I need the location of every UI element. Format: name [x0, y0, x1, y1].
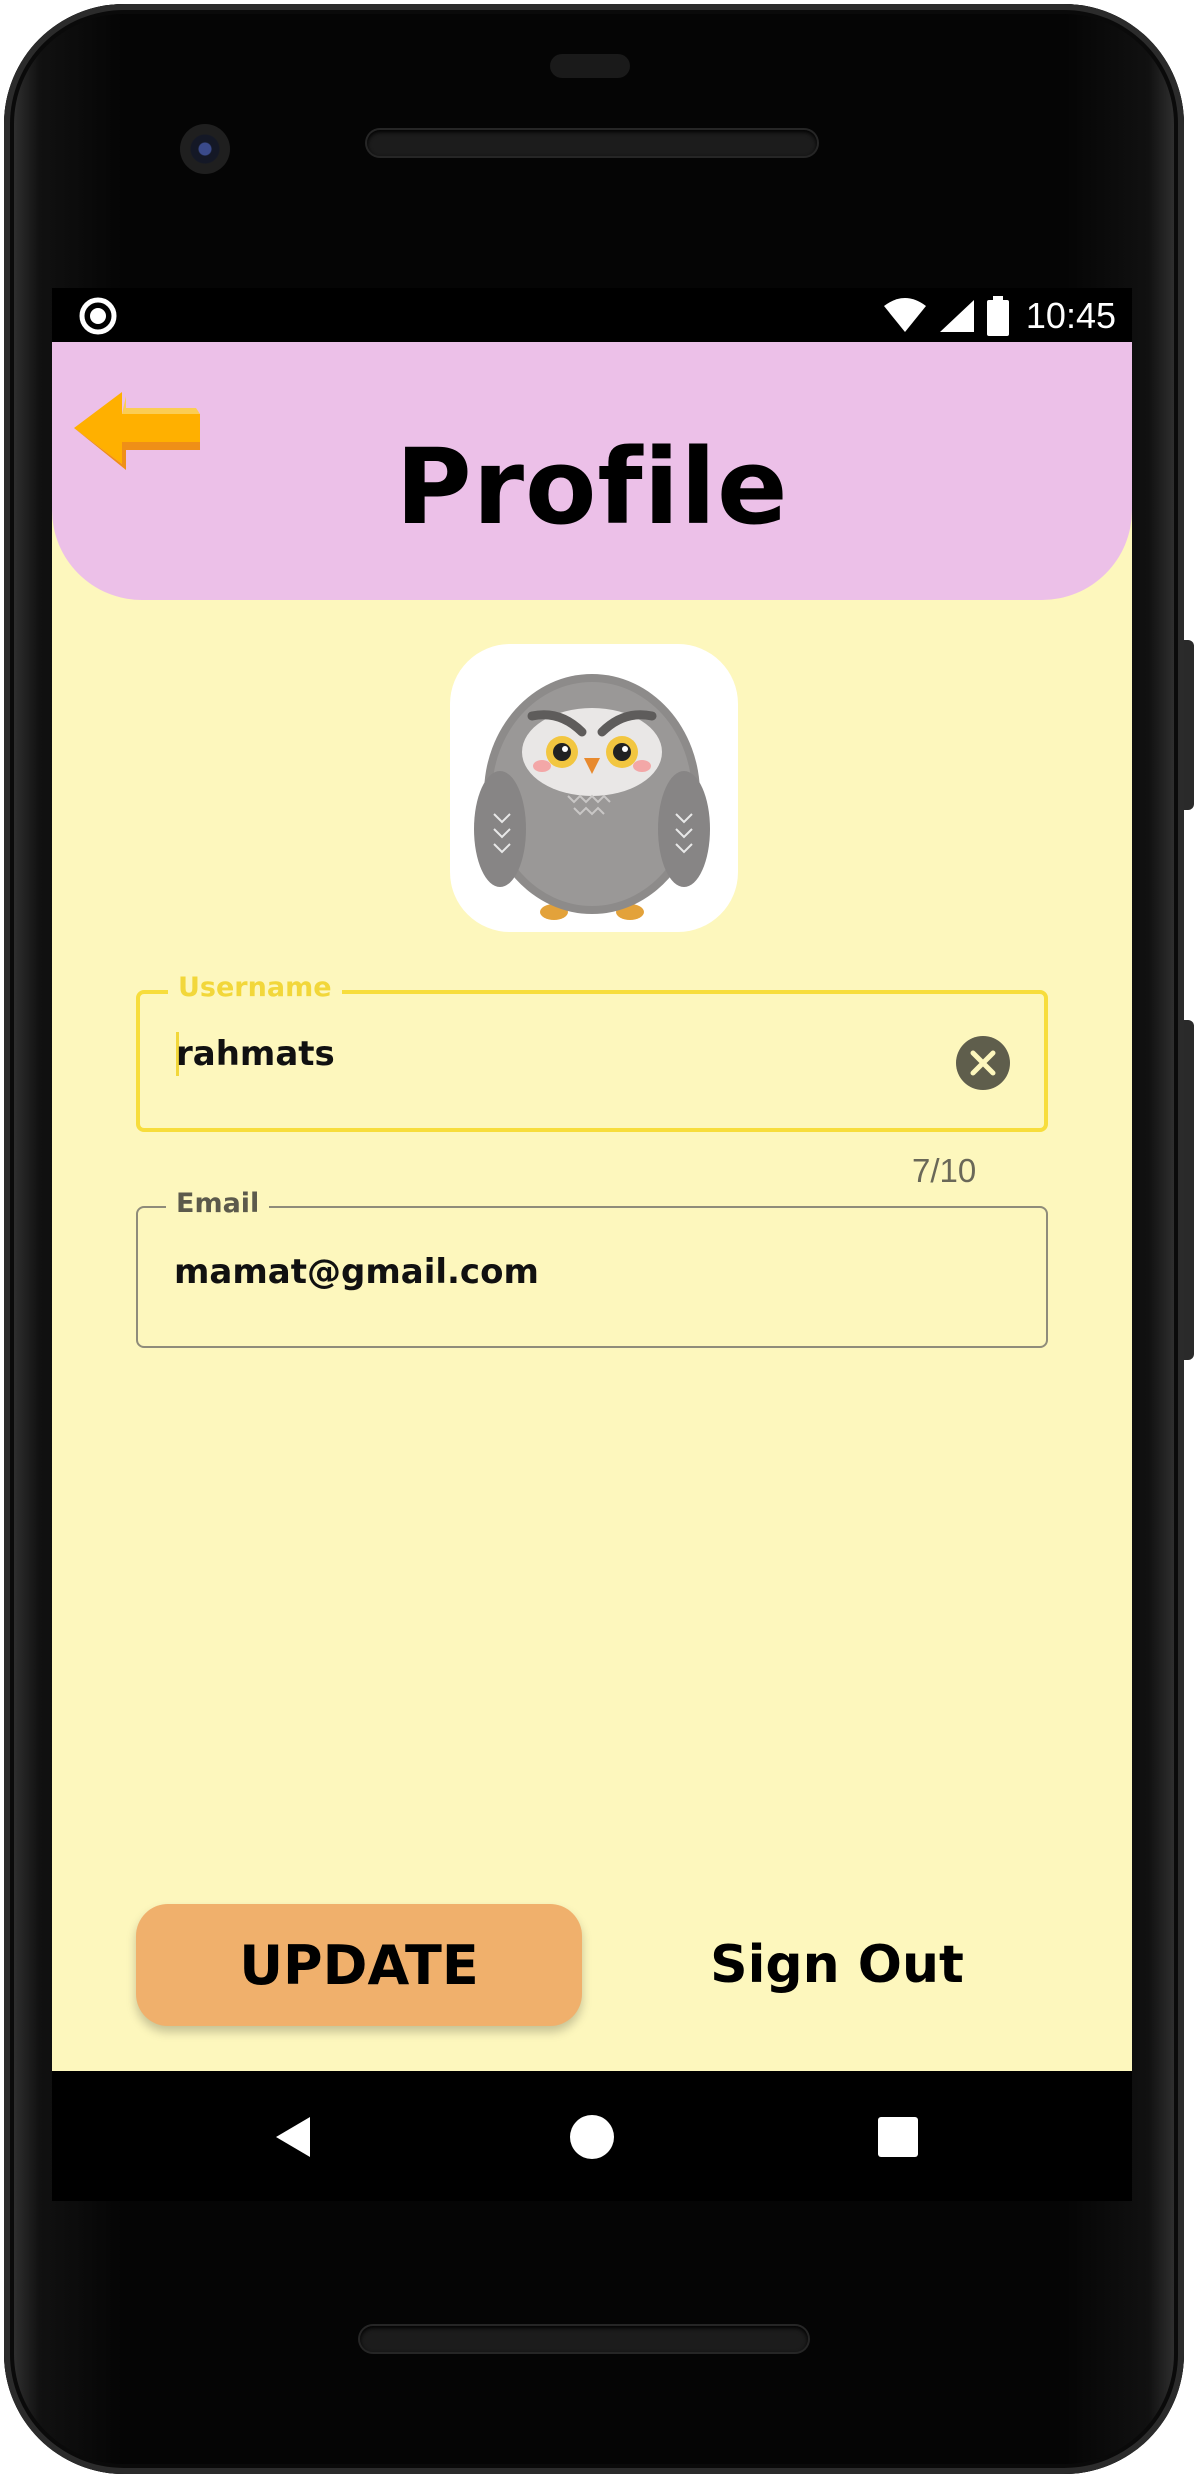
owl-avatar[interactable] — [450, 644, 738, 932]
top-speaker — [367, 130, 817, 156]
nav-back-icon[interactable] — [268, 2111, 320, 2163]
update-button[interactable]: UPDATE — [136, 1904, 582, 2026]
email-label: Email — [166, 1188, 270, 1219]
screen: 10:45 Profile Username rahmats 7/10 Emai… — [52, 288, 1132, 2071]
username-label: Username — [168, 972, 342, 1003]
front-camera — [180, 124, 230, 174]
username-input[interactable] — [176, 1034, 936, 1074]
nav-home-icon[interactable] — [566, 2111, 618, 2163]
wifi-icon — [883, 298, 926, 332]
status-bar: 10:45 — [52, 288, 1132, 342]
battery-icon — [986, 296, 1009, 336]
character-counter: 7/10 — [912, 1152, 977, 1189]
status-time: 10:45 — [1025, 295, 1116, 336]
signal-icon — [939, 300, 974, 332]
bottom-speaker — [360, 2326, 808, 2352]
username-field[interactable]: Username — [136, 972, 1048, 1132]
record-icon — [79, 297, 117, 335]
owl-illustration — [474, 674, 710, 920]
page-title: Profile — [395, 426, 789, 548]
email-field[interactable]: Email — [136, 1188, 1048, 1348]
volume-button — [1184, 1020, 1194, 1360]
sign-out-button[interactable]: Sign Out — [652, 1904, 1022, 2026]
phone-device: 10:45 Profile Username rahmats 7/10 Emai… — [0, 0, 1194, 2480]
email-input[interactable] — [174, 1252, 934, 1292]
profile-screen: Profile Username rahmats 7/10 Email mama… — [52, 342, 1132, 2071]
nav-recents-icon[interactable] — [872, 2111, 924, 2163]
clear-icon[interactable] — [956, 1036, 1010, 1090]
power-button — [1184, 640, 1194, 810]
navigation-bar — [52, 2071, 1132, 2201]
earpiece — [550, 54, 630, 78]
header: Profile — [52, 342, 1132, 600]
